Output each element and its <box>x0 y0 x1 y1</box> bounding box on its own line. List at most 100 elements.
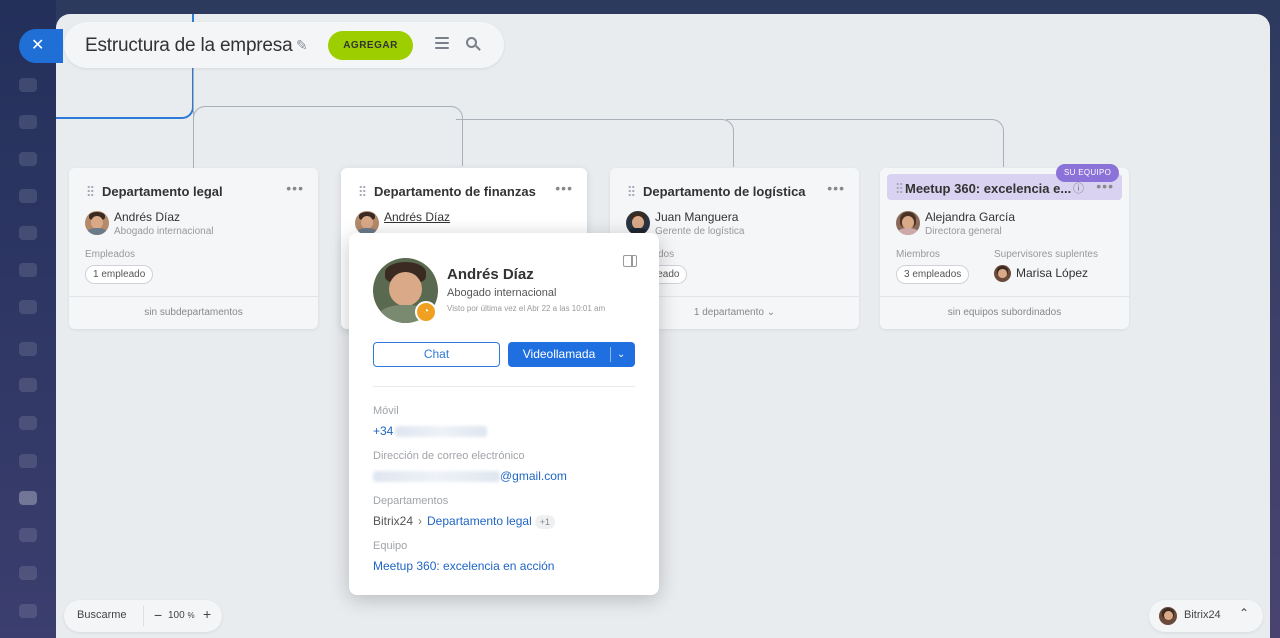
pin-icon[interactable]: ✎ <box>296 37 308 54</box>
head-name[interactable]: Andrés Díaz <box>384 210 450 224</box>
department-card-legal[interactable]: Departamento legal ••• Andrés Díaz Aboga… <box>69 168 318 329</box>
avatar[interactable] <box>994 265 1011 282</box>
mobile-value[interactable]: +34 <box>373 424 488 438</box>
zoom-value: 100 <box>168 610 185 621</box>
zoom-in-button[interactable]: + <box>203 606 211 622</box>
departments-breadcrumb: Bitrix24 › Departamento legal +1 <box>373 514 556 529</box>
find-me-button[interactable]: Buscarme <box>77 609 127 621</box>
department-name: Departamento legal <box>102 184 223 199</box>
connector-line <box>456 119 734 167</box>
avatar <box>1159 607 1177 625</box>
avatar[interactable] <box>626 211 650 235</box>
avatar[interactable] <box>355 211 379 235</box>
team-header: SU EQUIPO Meetup 360: excelencia e... ⓘ … <box>887 164 1122 200</box>
close-icon[interactable]: ✕ <box>19 29 63 63</box>
employees-count-pill[interactable]: 1 empleado <box>85 265 154 284</box>
connector-line <box>726 119 1004 167</box>
zoom-toolbar: Buscarme − 100 % + <box>64 600 222 632</box>
subdepartments-count: 1 departamento <box>693 307 764 318</box>
sidebar-icon[interactable] <box>19 115 37 129</box>
members-label: Miembros <box>896 249 940 260</box>
department-name: Departamento de finanzas <box>374 184 536 199</box>
head-name[interactable]: Juan Manguera <box>655 210 738 224</box>
header-bar: Estructura de la empresa ✎ AGREGAR <box>64 22 504 68</box>
sidebar-icon[interactable] <box>19 300 37 314</box>
video-call-button[interactable]: Videollamada ⌄ <box>508 342 635 367</box>
more-options-icon[interactable]: ••• <box>827 180 845 196</box>
sidebar-icon-active[interactable] <box>19 491 37 505</box>
email-label: Dirección de correo electrónico <box>373 450 525 462</box>
sidebar-icon[interactable] <box>19 566 37 580</box>
sidebar-icon[interactable] <box>19 528 37 542</box>
mobile-prefix: +34 <box>373 424 394 438</box>
drag-handle-icon[interactable] <box>896 182 903 194</box>
members-count-pill[interactable]: 3 empleados <box>896 265 970 284</box>
sidebar-icon[interactable] <box>19 378 37 392</box>
sidebar-icon[interactable] <box>19 342 37 356</box>
zoom-unit: % <box>187 611 195 620</box>
menu-icon[interactable] <box>435 37 449 49</box>
drag-handle-icon[interactable] <box>628 185 635 197</box>
sidebar-icon[interactable] <box>19 454 37 468</box>
email-domain: @gmail.com <box>500 469 567 483</box>
employee-name: Andrés Díaz <box>447 266 534 283</box>
info-icon[interactable]: ⓘ <box>1073 180 1084 196</box>
sidebar-icon[interactable] <box>19 226 37 240</box>
head-role: Abogado internacional <box>114 226 214 237</box>
card-footer: sin subdepartamentos <box>69 296 318 329</box>
sidebar-icon[interactable] <box>19 604 37 618</box>
avatar[interactable] <box>896 211 920 235</box>
head-role: Gerente de logística <box>655 226 745 237</box>
sidebar-icon[interactable] <box>19 152 37 166</box>
company-switcher[interactable]: Bitrix24 ⌃ <box>1149 600 1263 632</box>
sidebar-icon[interactable] <box>19 189 37 203</box>
card-footer: sin equipos subordinados <box>880 296 1129 329</box>
zoom-level: 100 % <box>168 610 195 621</box>
org-chart-canvas[interactable]: Departamento legal ••• Andrés Díaz Aboga… <box>56 14 1270 638</box>
chevron-right-icon: › <box>418 514 423 528</box>
last-seen: Visto por última vez el Abr 22 a las 10:… <box>447 304 606 313</box>
departments-label: Departamentos <box>373 495 449 507</box>
dept-link[interactable]: Departamento legal <box>427 514 532 528</box>
head-name[interactable]: Andrés Díaz <box>114 210 180 224</box>
chevron-down-icon[interactable]: ⌄ <box>617 342 625 367</box>
team-link[interactable]: Meetup 360: excelencia en acción <box>373 559 554 573</box>
double-chevron-up-icon[interactable]: ⌃ <box>1239 606 1249 620</box>
department-name: Departamento de logística <box>643 184 806 199</box>
employee-role: Abogado internacional <box>447 287 557 299</box>
left-sidebar <box>0 0 56 638</box>
chevron-down-icon: ⌄ <box>766 307 776 318</box>
deputies-label: Supervisores suplentes <box>994 249 1098 260</box>
sidebar-icon[interactable] <box>19 263 37 277</box>
add-button[interactable]: AGREGAR <box>328 31 413 60</box>
more-departments-badge[interactable]: +1 <box>534 514 556 529</box>
deputy-name[interactable]: Marisa López <box>1016 266 1088 280</box>
connector-line <box>193 106 463 166</box>
team-name: Meetup 360: excelencia e... <box>905 181 1072 196</box>
sidebar-icon[interactable] <box>19 78 37 92</box>
more-options-icon[interactable]: ••• <box>1096 178 1114 194</box>
team-card-meetup[interactable]: SU EQUIPO Meetup 360: excelencia e... ⓘ … <box>880 164 1129 329</box>
head-name[interactable]: Alejandra García <box>925 210 1015 224</box>
drag-handle-icon[interactable] <box>359 185 366 197</box>
head-role: Directora general <box>925 226 1002 237</box>
search-icon[interactable] <box>466 37 481 51</box>
divider <box>373 386 635 387</box>
employees-label: dos <box>658 249 675 260</box>
email-value[interactable]: @gmail.com <box>373 469 567 483</box>
employee-popup: ◔ Andrés Díaz Abogado internacional Vist… <box>349 233 659 595</box>
absence-status-icon: ◔ <box>415 301 437 323</box>
chat-button[interactable]: Chat <box>373 342 500 367</box>
sidebar-icon[interactable] <box>19 416 37 430</box>
avatar[interactable] <box>85 211 109 235</box>
more-options-icon[interactable]: ••• <box>286 180 304 196</box>
zoom-out-button[interactable]: − <box>154 607 162 623</box>
drag-handle-icon[interactable] <box>87 185 94 197</box>
employees-label: Empleados <box>85 249 136 260</box>
team-label: Equipo <box>373 540 408 552</box>
mobile-label: Móvil <box>373 405 399 417</box>
more-options-icon[interactable]: ••• <box>555 180 573 196</box>
open-profile-icon[interactable] <box>623 255 637 267</box>
dept-root[interactable]: Bitrix24 <box>373 514 413 528</box>
company-label: Bitrix24 <box>1184 609 1221 621</box>
